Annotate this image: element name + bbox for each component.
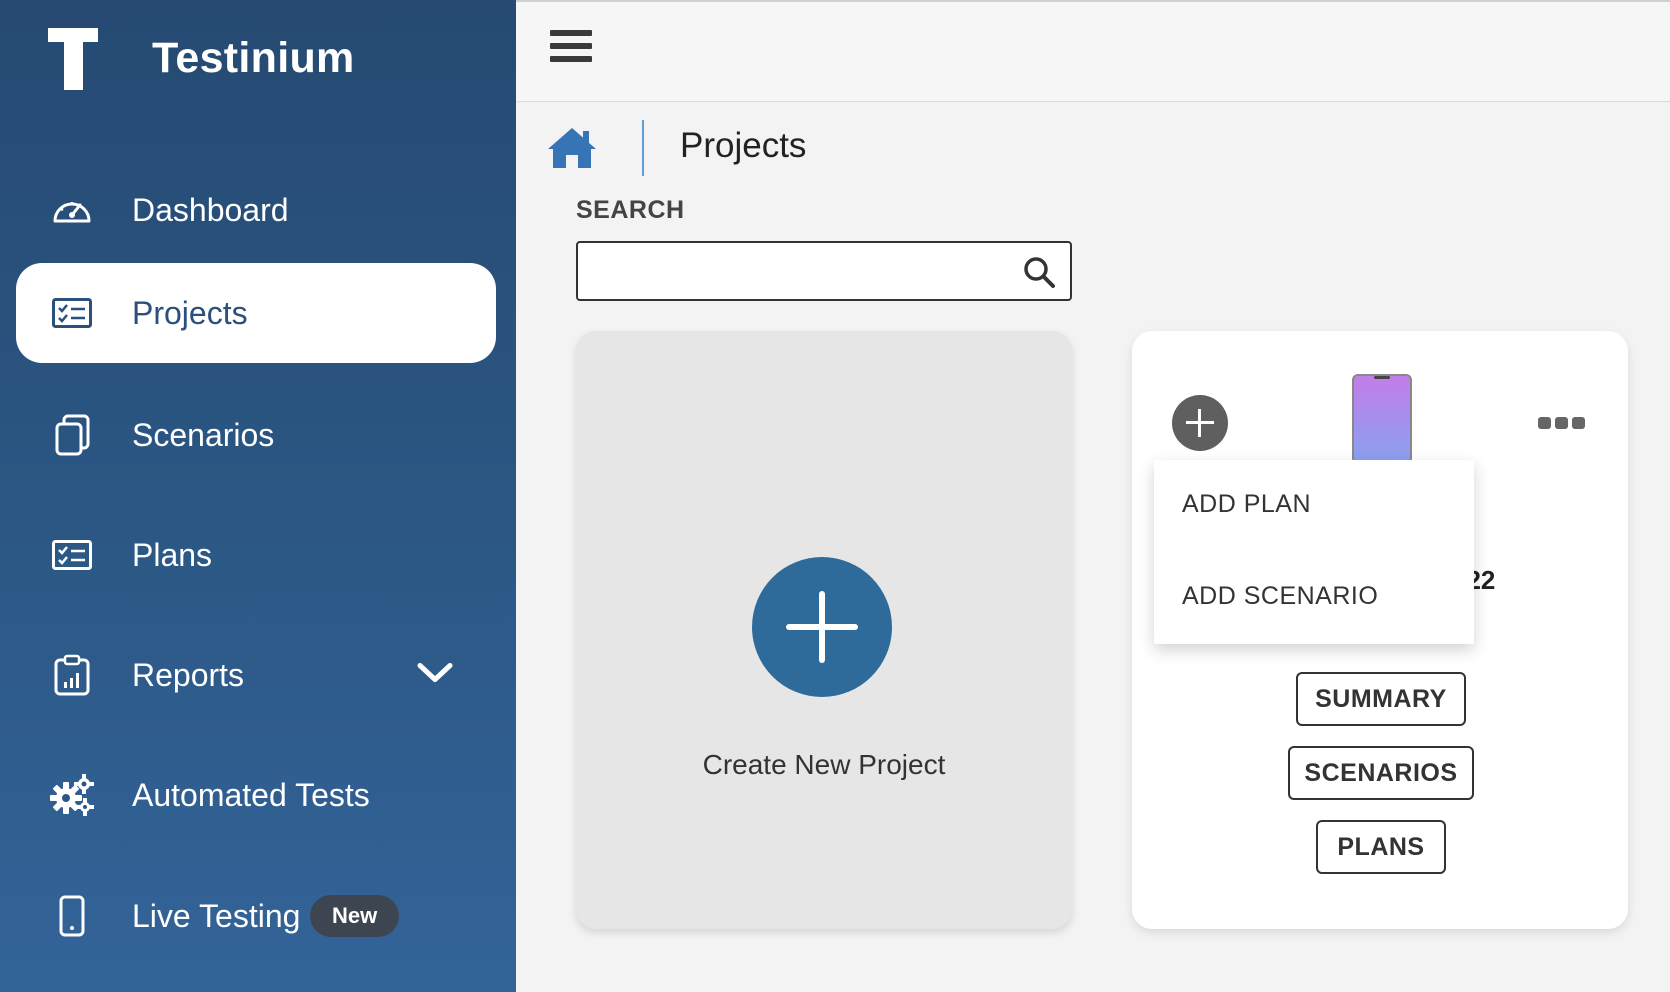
search-icon[interactable] [1022,255,1056,289]
mobile-phone-icon [50,894,94,938]
sidebar-item-projects[interactable]: Projects [16,263,496,363]
sidebar-item-live-testing[interactable]: Live Testing New [16,866,496,966]
breadcrumb-separator [642,120,644,176]
create-project-label: Create New Project [702,749,946,780]
sidebar-item-dashboard[interactable]: Dashboard [16,160,496,260]
search-label: SEARCH [576,196,685,224]
sidebar-item-reports[interactable]: Reports [16,625,496,725]
sidebar: Testinium Dashboard Projects Scenarios P… [0,0,516,992]
testinium-logo [48,28,100,92]
sidebar-item-scenarios[interactable]: Scenarios [16,385,496,485]
new-badge: New [310,895,400,937]
search-input[interactable] [590,253,1010,289]
plans-button[interactable]: PLANS [1316,820,1446,874]
search-field[interactable] [576,241,1072,301]
chevron-down-icon[interactable] [416,661,454,690]
brand-name: Testinium [152,34,355,82]
breadcrumb: Projects [546,118,806,178]
sidebar-item-label: Live Testing [132,897,301,934]
sidebar-item-label: Plans [132,536,213,573]
checklist-icon [50,291,94,335]
page-title: Projects [680,126,807,165]
sidebar-item-label: Automated Tests [132,776,370,813]
speedometer-icon [50,188,94,232]
menu-item-add-scenario[interactable]: ADD SCENARIO [1182,582,1378,611]
sidebar-item-automated-tests[interactable]: Automated Tests [16,745,496,845]
sidebar-item-plans[interactable]: Plans [16,505,496,605]
add-icon[interactable] [1172,395,1228,451]
sidebar-item-label: Dashboard [132,191,289,228]
copy-icon [50,413,94,457]
top-bar [516,0,1670,102]
add-circle-icon[interactable] [752,557,892,697]
sidebar-item-label: Projects [132,294,248,331]
summary-button[interactable]: SUMMARY [1296,672,1466,726]
gears-icon [50,773,94,817]
hamburger-menu-icon[interactable] [550,30,592,66]
report-clipboard-icon [50,653,94,697]
brand[interactable]: Testinium [48,28,354,92]
add-dropdown-menu: ADD PLAN ADD SCENARIO [1154,460,1474,644]
create-project-card[interactable]: Create New Project [576,331,1072,929]
menu-item-add-plan[interactable]: ADD PLAN [1182,490,1311,519]
checklist-icon [50,533,94,577]
scenarios-button[interactable]: SCENARIOS [1288,746,1474,800]
mobile-device-thumbnail [1352,374,1412,464]
sidebar-item-label: Scenarios [132,416,275,453]
sidebar-item-label: Reports [132,656,245,693]
home-icon[interactable] [546,125,598,171]
more-options-icon[interactable] [1538,417,1586,431]
